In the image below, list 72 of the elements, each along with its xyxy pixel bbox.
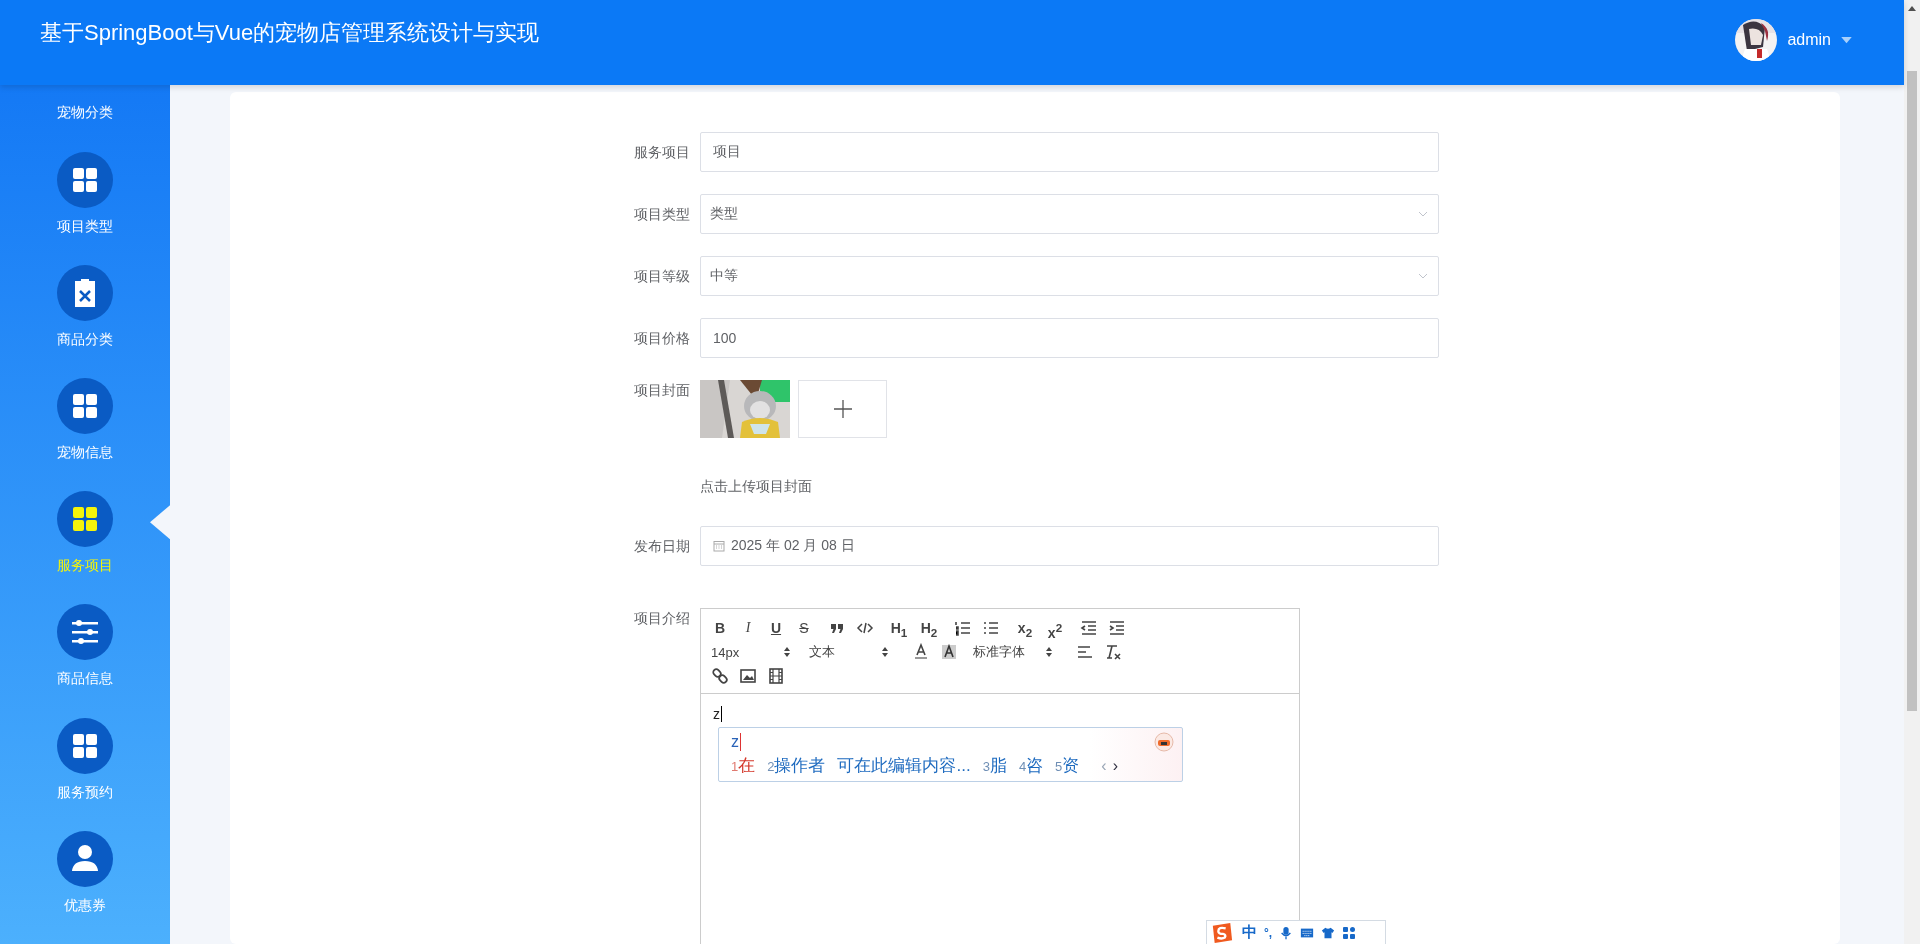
nav-item[interactable]: 宠物分类 [57, 102, 113, 122]
video-icon[interactable] [767, 667, 785, 685]
outdent-icon[interactable] [1080, 619, 1098, 637]
user-menu[interactable]: admin [1787, 31, 1831, 49]
field-label: 项目介绍 [633, 609, 691, 628]
upload-hint: 点击上传项目封面 [700, 477, 813, 496]
ime-candidate[interactable]: 可在此编辑内容... [837, 754, 971, 777]
script-button[interactable]: x$_{2}$ [1015, 618, 1035, 638]
bullet-list-icon[interactable] [982, 619, 1000, 637]
nav-item[interactable]: 商品分类 [57, 328, 113, 349]
editor-text: z [713, 706, 720, 722]
calendar-icon [713, 540, 725, 552]
sort-icon[interactable] [1045, 646, 1053, 658]
date-field[interactable]: 2025 年 02 月 08 日 [700, 526, 1439, 566]
dropdown-picker[interactable]: 文本 [809, 643, 889, 661]
microphone-icon[interactable] [1279, 925, 1294, 940]
caret-icon[interactable] [1841, 36, 1852, 44]
align-icon[interactable] [1076, 643, 1094, 661]
app-title: 基于SpringBoot与Vue的宠物店管理系统设计与实现 [40, 19, 540, 47]
clean-icon[interactable] [1104, 643, 1122, 661]
grid-icon[interactable] [57, 717, 113, 774]
background-icon[interactable] [940, 643, 958, 661]
grid-icon[interactable] [57, 151, 113, 208]
strike-button[interactable]: S [795, 618, 813, 638]
field-label: 项目类型 [633, 205, 691, 224]
shirt-icon[interactable] [1321, 925, 1336, 940]
underline-button[interactable]: U [767, 618, 785, 638]
color-icon[interactable] [912, 643, 930, 661]
sort-icon[interactable] [783, 646, 791, 658]
ime-candidate[interactable]: 1在 [731, 754, 756, 777]
field-label: 项目封面 [633, 381, 691, 400]
field-label: 服务项目 [633, 143, 691, 162]
grid-icon[interactable] [57, 378, 113, 434]
ime-candidate[interactable]: 5资 [1055, 754, 1080, 777]
page-arrow[interactable]: › [1112, 756, 1118, 775]
clipboard-icon[interactable] [57, 264, 113, 321]
punctuation-mode[interactable]: °, [1264, 925, 1273, 940]
scroll-up-icon[interactable] [1908, 6, 1916, 11]
image-icon[interactable] [739, 667, 757, 685]
header-button[interactable]: H$_{2}$ [919, 618, 939, 638]
ime-candidate[interactable]: 4咨 [1018, 754, 1044, 777]
sliders-icon[interactable] [57, 604, 113, 661]
grid-icon[interactable] [1342, 925, 1357, 940]
select-field[interactable]: 类型 [700, 194, 1439, 234]
script-button[interactable]: x$^{2}$ [1045, 618, 1065, 638]
scrollbar[interactable] [1904, 0, 1920, 944]
grid-icon[interactable] [57, 491, 113, 548]
dropdown-picker[interactable]: 14px [711, 644, 791, 660]
ime-candidate[interactable]: 3脂 [982, 754, 1007, 777]
field-label: 项目价格 [633, 329, 691, 348]
input-field[interactable]: 项目 [700, 132, 1439, 172]
composition-text: z [731, 733, 741, 751]
input-field[interactable]: 100 [700, 318, 1439, 358]
nav-item[interactable]: 宠物信息 [57, 442, 113, 462]
nav-item[interactable]: 项目类型 [57, 215, 113, 236]
field-label: 项目等级 [633, 267, 691, 286]
bold-button[interactable]: B [711, 618, 729, 638]
dropdown-picker[interactable]: 标准字体 [973, 643, 1053, 661]
user-icon[interactable] [57, 830, 113, 887]
plus-icon[interactable] [832, 399, 853, 419]
select-field[interactable]: 中等 [700, 256, 1439, 296]
ime-candidate[interactable]: 2操作者 [767, 754, 826, 777]
text-cursor [721, 706, 722, 722]
input-mode[interactable]: 中 [1242, 923, 1257, 942]
sort-icon[interactable] [881, 646, 889, 658]
mascot-icon [1154, 732, 1174, 752]
field-label: 发布日期 [633, 537, 691, 556]
ordered-list-icon[interactable] [954, 619, 972, 637]
indent-icon[interactable] [1108, 619, 1126, 637]
italic-button[interactable]: I [739, 618, 757, 638]
header-button[interactable]: H$_{1}$ [889, 618, 909, 638]
link-icon[interactable] [711, 667, 729, 685]
